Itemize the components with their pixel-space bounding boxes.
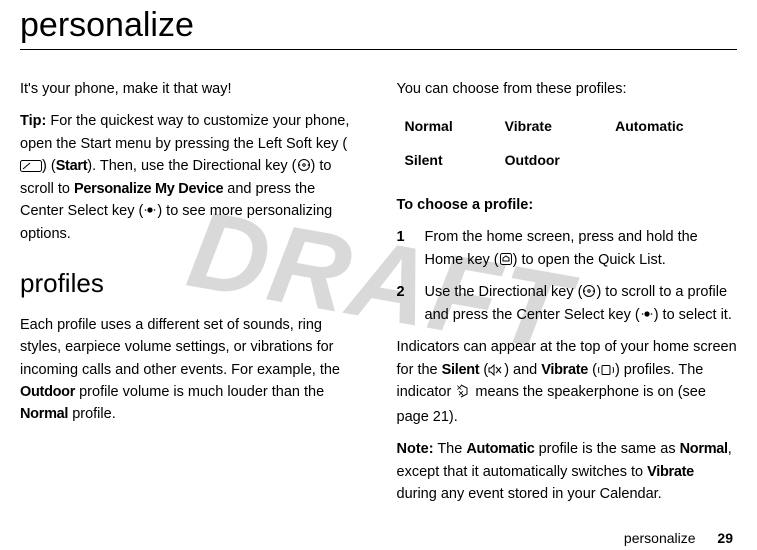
note-a: The <box>434 441 467 457</box>
note-b: profile is the same as <box>535 441 680 457</box>
normal-label: Normal <box>20 406 68 422</box>
vibrate-indicator-icon <box>597 364 615 376</box>
step-1: 1 From the home screen, press and hold t… <box>397 226 738 271</box>
soft-key-icon <box>20 160 42 172</box>
vibrate-label: Vibrate <box>541 362 588 378</box>
indicators-paragraph: Indicators can appear at the top of your… <box>397 336 738 428</box>
step-text: Use the Directional key () to scroll to … <box>425 281 738 326</box>
home-key-icon <box>499 252 513 266</box>
note-d: during any event stored in your Calendar… <box>397 486 662 502</box>
tip-text-paren: ) ( <box>42 158 56 174</box>
note-paragraph: Note: The Automatic profile is the same … <box>397 438 738 505</box>
directional-key-icon <box>582 284 596 298</box>
left-column: It's your phone, make it that way! Tip: … <box>20 78 361 515</box>
table-row: Silent Outdoor <box>397 144 738 178</box>
tip-label: Tip: <box>20 113 46 129</box>
step-number: 2 <box>397 281 411 326</box>
speaker-icon <box>455 383 471 405</box>
intro-text: It's your phone, make it that way! <box>20 78 361 100</box>
ind-d: ( <box>588 362 597 378</box>
footer-page-number: 29 <box>717 530 733 546</box>
profiles-table: Normal Vibrate Automatic Silent Outdoor <box>397 110 738 177</box>
page-footer: personalize 29 <box>624 530 733 546</box>
center-select-icon <box>143 203 157 217</box>
right-column: You can choose from these profiles: Norm… <box>397 78 738 515</box>
tip-paragraph: Tip: For the quickest way to customize y… <box>20 110 361 245</box>
steps-list: 1 From the home screen, press and hold t… <box>397 226 738 326</box>
step-number: 1 <box>397 226 411 271</box>
tip-text-2: ). Then, use the Directional key ( <box>87 158 296 174</box>
step2-c: ) to select it. <box>654 307 732 323</box>
profile-cell: Silent <box>397 144 497 178</box>
profiles-paragraph: Each profile uses a different set of sou… <box>20 314 361 426</box>
center-select-icon <box>640 307 654 321</box>
profile-cell: Outdoor <box>497 144 607 178</box>
start-label: Start <box>56 158 88 174</box>
step-2: 2 Use the Directional key () to scroll t… <box>397 281 738 326</box>
footer-section: personalize <box>624 530 696 546</box>
directional-key-icon <box>297 158 311 172</box>
page-title: personalize <box>20 6 737 45</box>
silent-label: Silent <box>442 362 480 378</box>
vibrate-label-2: Vibrate <box>647 464 694 480</box>
step-text: From the home screen, press and hold the… <box>425 226 738 271</box>
table-row: Normal Vibrate Automatic <box>397 110 738 144</box>
normal-label-2: Normal <box>680 441 728 457</box>
profile-cell: Vibrate <box>497 110 607 144</box>
title-rule <box>20 49 737 50</box>
profile-cell: Normal <box>397 110 497 144</box>
silent-indicator-icon <box>488 364 504 376</box>
personalize-label: Personalize My Device <box>74 181 223 197</box>
ind-b: ( <box>479 362 488 378</box>
profiles-text-1a: Each profile uses a different set of sou… <box>20 317 340 378</box>
profile-cell: Automatic <box>607 110 737 144</box>
tip-text-1: For the quickest way to customize your p… <box>20 113 349 151</box>
to-choose-heading: To choose a profile: <box>397 194 738 216</box>
choose-intro: You can choose from these profiles: <box>397 78 738 100</box>
profiles-text-1b: profile volume is much louder than the <box>75 384 324 400</box>
profile-cell <box>607 144 737 178</box>
outdoor-label: Outdoor <box>20 384 75 400</box>
automatic-label: Automatic <box>466 441 534 457</box>
step2-a: Use the Directional key ( <box>425 284 583 300</box>
note-label: Note: <box>397 441 434 457</box>
step1-b: ) to open the Quick List. <box>513 252 666 268</box>
profiles-text-1c: profile. <box>68 406 116 422</box>
ind-c: ) and <box>504 362 541 378</box>
profiles-heading: profiles <box>20 263 361 303</box>
